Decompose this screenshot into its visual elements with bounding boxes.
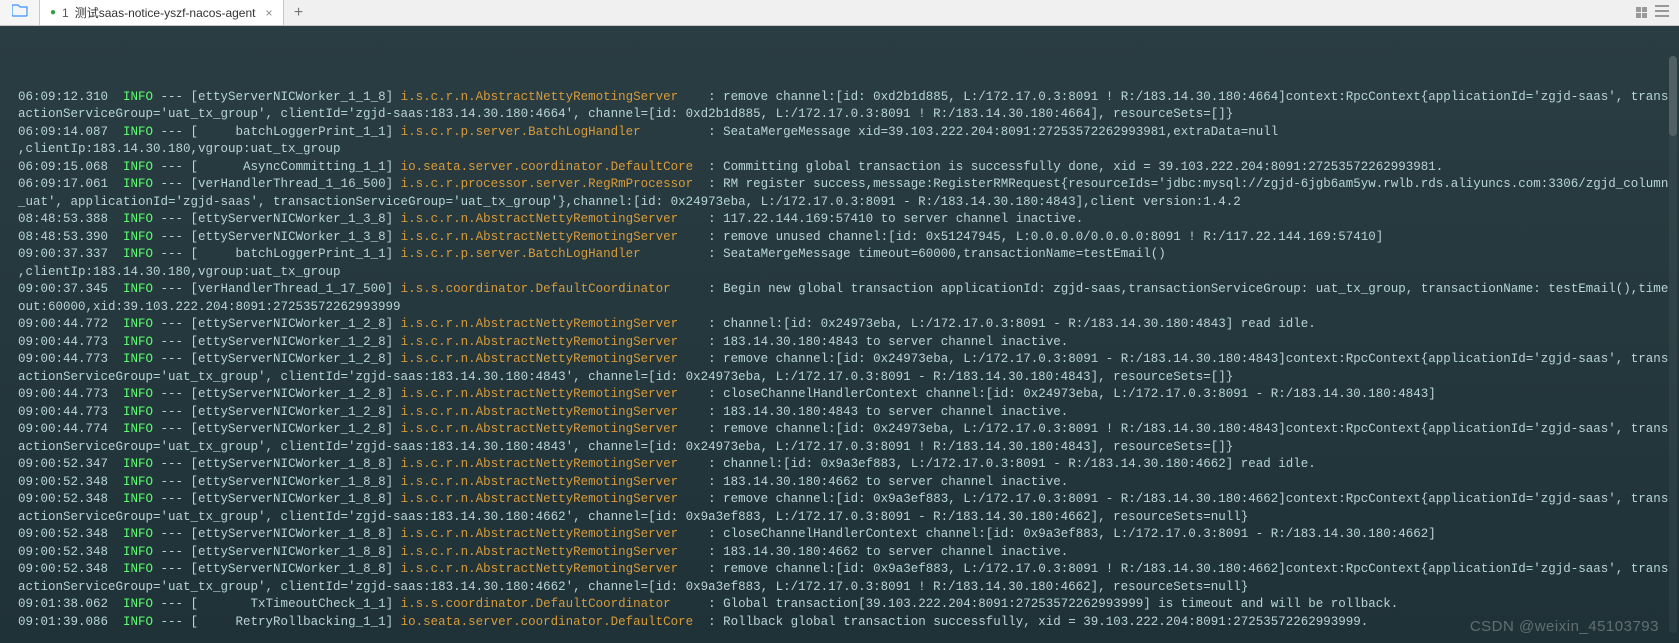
- log-line: 09:00:52.348 INFO --- [ettyServerNICWork…: [18, 526, 1671, 544]
- log-line: 08:48:53.390 INFO --- [ettyServerNICWork…: [18, 229, 1671, 247]
- log-line: 06:09:17.061 INFO --- [verHandlerThread_…: [18, 176, 1671, 211]
- log-line: 09:00:44.773 INFO --- [ettyServerNICWork…: [18, 334, 1671, 352]
- log-line: 09:01:38.062 INFO --- [ TxTimeoutCheck_1…: [18, 596, 1671, 614]
- log-console[interactable]: 06:09:12.310 INFO --- [ettyServerNICWork…: [0, 26, 1679, 643]
- log-line: 09:00:44.773 INFO --- [ettyServerNICWork…: [18, 386, 1671, 404]
- log-line: 09:00:44.773 INFO --- [ettyServerNICWork…: [18, 351, 1671, 386]
- watermark: CSDN @weixin_45103793: [1470, 618, 1659, 636]
- log-line: 06:09:14.087 INFO --- [ batchLoggerPrint…: [18, 124, 1671, 159]
- dirty-indicator-icon: ●: [50, 7, 56, 18]
- scrollbar-thumb[interactable]: [1669, 56, 1677, 136]
- log-line: 09:00:52.348 INFO --- [ettyServerNICWork…: [18, 474, 1671, 492]
- grid-view-icon[interactable]: [1636, 7, 1647, 18]
- log-line: 09:00:44.773 INFO --- [ettyServerNICWork…: [18, 404, 1671, 422]
- log-line: 09:00:44.774 INFO --- [ettyServerNICWork…: [18, 421, 1671, 456]
- log-line: 06:09:15.068 INFO --- [ AsyncCommitting_…: [18, 159, 1671, 177]
- log-line: 09:00:52.348 INFO --- [ettyServerNICWork…: [18, 561, 1671, 596]
- list-view-icon[interactable]: [1655, 5, 1669, 21]
- folder-icon: [12, 3, 28, 22]
- folder-tab[interactable]: [0, 0, 40, 25]
- log-line: 09:00:52.348 INFO --- [ettyServerNICWork…: [18, 491, 1671, 526]
- log-line: 09:00:37.337 INFO --- [ batchLoggerPrint…: [18, 246, 1671, 281]
- log-line: 08:48:53.388 INFO --- [ettyServerNICWork…: [18, 211, 1671, 229]
- active-tab[interactable]: ● 1 测试saas-notice-yszf-nacos-agent ×: [40, 0, 284, 25]
- view-controls: [1636, 0, 1679, 25]
- log-line: 09:00:52.348 INFO --- [ettyServerNICWork…: [18, 544, 1671, 562]
- close-icon[interactable]: ×: [265, 6, 272, 20]
- vertical-scrollbar[interactable]: [1669, 56, 1677, 633]
- log-line: 09:00:37.345 INFO --- [verHandlerThread_…: [18, 281, 1671, 316]
- log-line: 09:01:39.086 INFO --- [ RetryRollbacking…: [18, 614, 1671, 632]
- new-tab-button[interactable]: +: [284, 0, 314, 25]
- tab-bar: ● 1 测试saas-notice-yszf-nacos-agent × +: [0, 0, 1679, 26]
- log-line: 09:00:52.347 INFO --- [ettyServerNICWork…: [18, 456, 1671, 474]
- log-line: 09:00:44.772 INFO --- [ettyServerNICWork…: [18, 316, 1671, 334]
- log-line: 06:09:12.310 INFO --- [ettyServerNICWork…: [18, 89, 1671, 124]
- tab-title: 测试saas-notice-yszf-nacos-agent: [75, 4, 256, 21]
- tab-badge: 1: [62, 6, 69, 20]
